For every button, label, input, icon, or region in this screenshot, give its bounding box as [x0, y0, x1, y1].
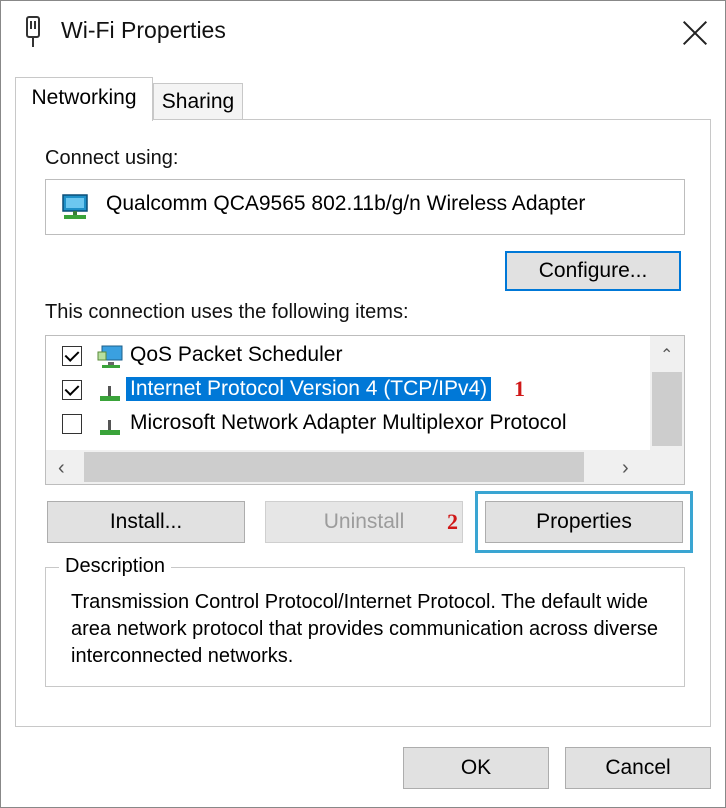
network-protocol-icon	[96, 410, 124, 438]
adapter-field: Qualcomm QCA9565 802.11b/g/n Wireless Ad…	[45, 179, 685, 235]
horizontal-scroll-thumb[interactable]	[84, 452, 584, 482]
connect-using-label: Connect using:	[45, 147, 179, 169]
configure-button[interactable]: Configure...	[505, 251, 681, 291]
network-protocol-icon	[96, 376, 124, 404]
network-monitor-icon	[60, 192, 92, 222]
step-1-annotation: 1	[514, 376, 525, 401]
ipv4-label: Internet Protocol Version 4 (TCP/IPv4)	[126, 377, 492, 401]
list-item-qos[interactable]: QoS Packet Scheduler	[46, 340, 646, 374]
multiplexor-label: Microsoft Network Adapter Multiplexor Pr…	[130, 411, 567, 434]
uninstall-button[interactable]: Uninstall	[265, 501, 463, 543]
qos-checkbox[interactable]	[62, 346, 82, 366]
list-item-ipv4[interactable]: Internet Protocol Version 4 (TCP/IPv4) 1	[46, 374, 646, 408]
tab-networking[interactable]: Networking	[15, 77, 153, 121]
scroll-up-icon[interactable]: ⌃	[660, 348, 673, 364]
install-button[interactable]: Install...	[47, 501, 245, 543]
step-2-annotation: 2	[447, 509, 458, 534]
adapter-name: Qualcomm QCA9565 802.11b/g/n Wireless Ad…	[106, 192, 586, 215]
title-bar: Wi-Fi Properties	[1, 1, 725, 65]
items-list[interactable]: QoS Packet Scheduler Internet Protocol V…	[45, 335, 685, 485]
vertical-scroll-thumb[interactable]	[652, 372, 682, 446]
description-text: Transmission Control Protocol/Internet P…	[71, 591, 658, 667]
scroll-left-icon[interactable]: ‹	[58, 458, 65, 478]
multiplexor-checkbox[interactable]	[62, 414, 82, 434]
qos-label: QoS Packet Scheduler	[130, 343, 343, 366]
close-button[interactable]	[677, 15, 713, 51]
scrollbar-corner	[650, 450, 684, 484]
cancel-button[interactable]: Cancel	[565, 747, 711, 789]
ok-button[interactable]: OK	[403, 747, 549, 789]
tab-sharing[interactable]: Sharing	[153, 83, 243, 120]
properties-button[interactable]: Properties	[485, 501, 683, 543]
network-service-icon	[96, 342, 124, 370]
items-label: This connection uses the following items…	[45, 301, 409, 323]
horizontal-scrollbar[interactable]: ‹ ›	[46, 450, 650, 484]
vertical-scrollbar[interactable]: ⌃	[650, 336, 684, 450]
description-legend: Description	[59, 555, 172, 578]
window-title: Wi-Fi Properties	[61, 17, 226, 43]
dialog-window: Wi-Fi Properties Networking Sharing Conn…	[0, 0, 726, 808]
scroll-right-icon[interactable]: ›	[622, 458, 629, 478]
ipv4-checkbox[interactable]	[62, 380, 82, 400]
list-item-multiplexor[interactable]: Microsoft Network Adapter Multiplexor Pr…	[46, 408, 646, 442]
network-adapter-icon	[23, 15, 43, 49]
